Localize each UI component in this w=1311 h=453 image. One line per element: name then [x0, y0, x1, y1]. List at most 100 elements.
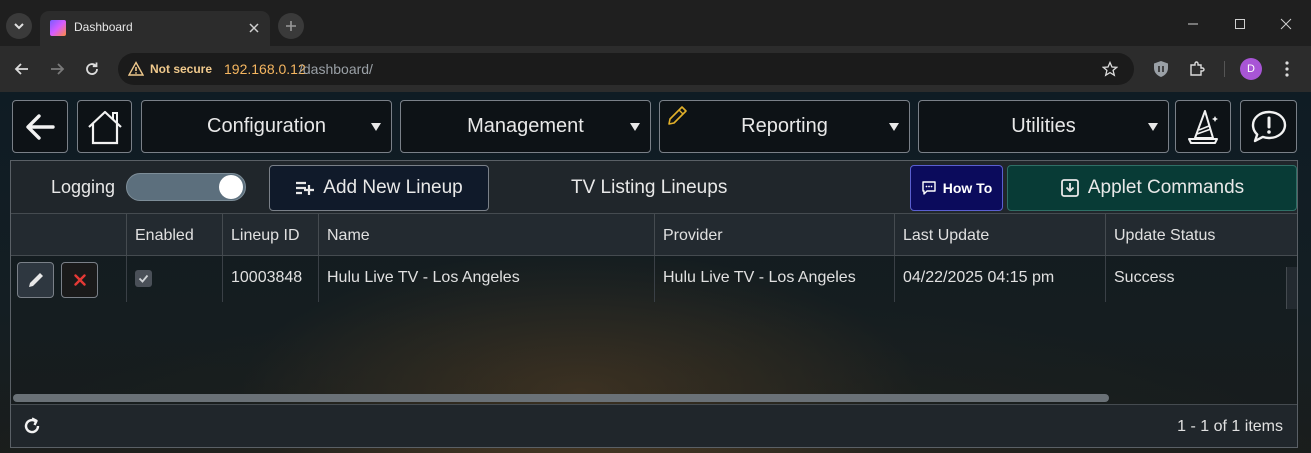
- browser-forward-button[interactable]: [45, 57, 69, 81]
- how-to-button[interactable]: How To: [910, 165, 1003, 211]
- tab-title: Dashboard: [74, 20, 133, 34]
- home-button[interactable]: [77, 100, 132, 153]
- dashboard-page: Configuration Management Reporting Utili…: [0, 92, 1311, 453]
- close-icon: [249, 23, 259, 33]
- column-header-update-status[interactable]: Update Status: [1105, 214, 1286, 256]
- playlist-add-icon: [296, 181, 315, 195]
- browser-back-button[interactable]: [10, 57, 34, 81]
- applet-commands-label: Applet Commands: [1087, 177, 1245, 198]
- arrow-left-icon: [14, 63, 28, 75]
- extension-shield-button[interactable]: [1150, 58, 1172, 80]
- plus-icon: [286, 21, 296, 31]
- speech-bubble-icon: [922, 181, 936, 195]
- how-to-label: How To: [942, 180, 993, 196]
- wizard-hat-icon: [1188, 109, 1218, 144]
- browser-tabstrip: Dashboard: [0, 0, 1311, 46]
- enabled-checkbox[interactable]: [135, 270, 152, 287]
- alert-speech-bubble-icon: [1251, 110, 1286, 142]
- pager-info: 1 - 1 of 1 items: [1177, 418, 1283, 435]
- column-header-enabled[interactable]: Enabled: [126, 214, 222, 256]
- tab-close-button[interactable]: [245, 19, 263, 37]
- download-box-icon: [1060, 179, 1079, 197]
- close-icon: [73, 274, 86, 286]
- caret-down-icon: [889, 123, 899, 131]
- cell-enabled: [126, 256, 222, 302]
- minimize-icon: [1188, 23, 1198, 25]
- chevron-down-icon: [14, 23, 24, 30]
- minimize-button[interactable]: [1183, 14, 1203, 34]
- scrollbar-thumb[interactable]: [13, 394, 1109, 402]
- edit-row-button[interactable]: [17, 262, 54, 298]
- cell-name: Hulu Live TV - Los Angeles: [318, 256, 654, 302]
- close-icon: [1280, 18, 1292, 30]
- reporting-label: Reporting: [741, 115, 828, 137]
- logging-label: Logging: [51, 177, 116, 197]
- app-favicon-icon: [50, 20, 66, 36]
- add-new-lineup-label: Add New Lineup: [323, 177, 463, 198]
- arrow-left-icon: [26, 113, 55, 140]
- management-menu[interactable]: Management: [400, 100, 651, 153]
- delete-row-button[interactable]: [61, 262, 98, 298]
- table-row[interactable]: 10003848 Hulu Live TV - Los Angeles Hulu…: [11, 256, 1297, 302]
- refresh-icon: [24, 417, 40, 434]
- pencil-icon: [668, 106, 687, 125]
- reload-icon: [86, 62, 98, 75]
- browser-toolbar: Not secure 192.168.0.12 /dashboard/ D: [0, 46, 1311, 92]
- check-icon: [138, 274, 149, 283]
- management-label: Management: [467, 115, 584, 137]
- cell-provider: Hulu Live TV - Los Angeles: [654, 256, 894, 302]
- applet-commands-button[interactable]: Applet Commands: [1007, 165, 1297, 211]
- maximize-button[interactable]: [1230, 14, 1250, 34]
- cell-lineup-id: 10003848: [222, 256, 318, 302]
- toggle-knob: [219, 175, 243, 199]
- cell-update-status: Success: [1105, 256, 1286, 302]
- new-tab-button[interactable]: [278, 13, 304, 39]
- feedback-button[interactable]: [1240, 100, 1297, 153]
- panel-toolbar: Logging Add New Lineup TV Listing Lineup…: [11, 161, 1297, 214]
- caret-down-icon: [630, 123, 640, 131]
- warning-icon: [128, 61, 144, 76]
- close-window-button[interactable]: [1276, 14, 1296, 34]
- add-new-lineup-button[interactable]: Add New Lineup: [269, 165, 489, 211]
- puzzle-icon: [1190, 61, 1205, 76]
- column-header-last-update[interactable]: Last Update: [894, 214, 1105, 256]
- browser-reload-button[interactable]: [80, 57, 104, 81]
- configuration-label: Configuration: [207, 115, 326, 137]
- refresh-button[interactable]: [21, 415, 43, 437]
- panel-title: TV Listing Lineups: [571, 177, 728, 198]
- horizontal-scrollbar[interactable]: [11, 390, 1297, 404]
- url-path: /dashboard/: [299, 61, 373, 77]
- home-icon: [87, 110, 122, 144]
- column-header-provider[interactable]: Provider: [654, 214, 894, 256]
- caret-down-icon: [371, 123, 381, 131]
- extensions-button[interactable]: [1186, 58, 1208, 80]
- caret-down-icon: [1148, 123, 1158, 131]
- address-bar[interactable]: Not secure 192.168.0.12 /dashboard/: [118, 53, 1134, 85]
- profile-avatar[interactable]: D: [1240, 58, 1262, 80]
- url-host: 192.168.0.12: [224, 61, 306, 77]
- maximize-icon: [1235, 19, 1245, 29]
- arrow-right-icon: [51, 63, 65, 75]
- configuration-menu[interactable]: Configuration: [141, 100, 392, 153]
- cell-last-update: 04/22/2025 04:15 pm: [894, 256, 1105, 302]
- browser-tab-dashboard[interactable]: Dashboard: [40, 11, 270, 46]
- star-icon: [1102, 61, 1118, 77]
- shield-icon: [1154, 61, 1168, 77]
- reporting-menu[interactable]: Reporting: [659, 100, 910, 153]
- tab-search-button[interactable]: [6, 13, 32, 39]
- back-button[interactable]: [12, 100, 68, 153]
- utilities-label: Utilities: [1011, 115, 1076, 137]
- more-vertical-icon: [1285, 61, 1289, 77]
- grid-header: Enabled Lineup ID Name Provider Last Upd…: [11, 214, 1297, 309]
- bookmark-button[interactable]: [1100, 59, 1120, 79]
- column-header-name[interactable]: Name: [318, 214, 654, 256]
- logging-toggle[interactable]: [126, 173, 246, 201]
- column-header-lineup-id[interactable]: Lineup ID: [222, 214, 318, 256]
- wizard-button[interactable]: [1175, 100, 1231, 153]
- utilities-menu[interactable]: Utilities: [918, 100, 1169, 153]
- pencil-icon: [28, 273, 43, 287]
- security-label: Not secure: [150, 62, 213, 76]
- grid-footer: 1 - 1 of 1 items: [11, 404, 1297, 447]
- toolbar-divider: [1224, 61, 1225, 77]
- browser-menu-button[interactable]: [1276, 58, 1298, 80]
